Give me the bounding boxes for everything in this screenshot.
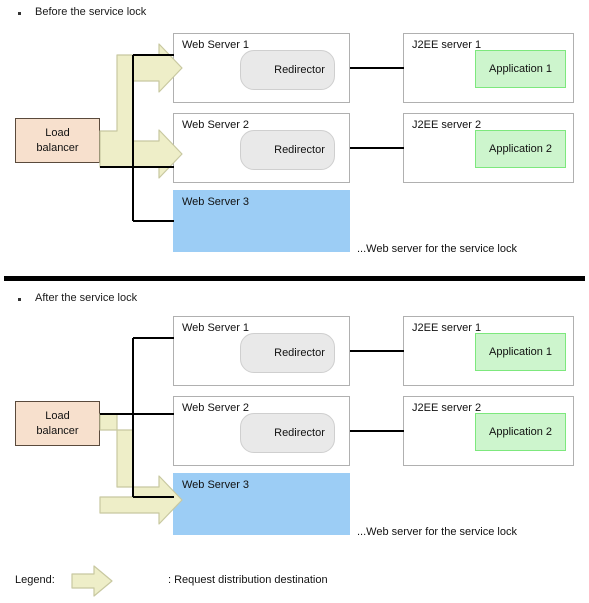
application-1-after-label: Application 1 [489,346,552,358]
redirector-1-before-label: Redirector [274,64,325,76]
before-arrow-forked [99,43,183,179]
j2ee-server-2-before-title: J2EE server 2 [412,119,482,131]
web-server-3-after: Web Server 3 [173,473,350,535]
web-server-2-before-title: Web Server 2 [182,119,250,131]
j2ee-server-2-after-title: J2EE server 2 [412,402,482,414]
section-divider [4,276,585,281]
bullet-after [18,298,21,301]
web-server-1-after-title: Web Server 1 [182,322,250,334]
locked-server-caption-after: ...Web server for the service lock [357,526,517,538]
load-balancer-after: Load balancer [15,401,100,446]
legend-label: Legend: [15,574,55,586]
application-2-after-label: Application 2 [489,426,552,438]
redirector-2-before-label: Redirector [274,144,325,156]
load-balancer-after-text: Load balancer [16,402,99,445]
j2ee-server-1-after-title: J2EE server 1 [412,322,482,334]
after-arrow-to-locked-server [99,413,183,525]
bullet-before [18,12,21,15]
application-1-before: Application 1 [475,50,566,88]
section-heading-before: Before the service lock [35,6,147,18]
application-2-before-label: Application 2 [489,143,552,155]
section-heading-after: After the service lock [35,292,138,304]
j2ee-server-1-before-title: J2EE server 1 [412,39,482,51]
load-balancer-before: Load balancer [15,118,100,163]
application-2-before: Application 2 [475,130,566,168]
legend-arrow-icon [71,565,113,597]
legend-description: : Request distribution destination [168,574,328,586]
web-server-1-before-title: Web Server 1 [182,39,250,51]
application-2-after: Application 2 [475,413,566,451]
load-balancer-before-line2: balancer [36,141,79,154]
web-server-2-after-title: Web Server 2 [182,402,250,414]
web-server-3-before: Web Server 3 [173,190,350,252]
redirector-1-after-label: Redirector [274,347,325,359]
load-balancer-before-line1: Load [45,126,70,139]
web-server-3-before-title: Web Server 3 [182,196,250,208]
redirector-1-before: Redirector [240,50,335,90]
redirector-2-before: Redirector [240,130,335,170]
load-balancer-after-line1: Load [45,409,70,422]
web-server-3-after-title: Web Server 3 [182,479,250,491]
locked-server-caption-before: ...Web server for the service lock [357,243,517,255]
diagram-canvas: Before the service lock Load balancer We… [0,0,589,603]
application-1-before-label: Application 1 [489,63,552,75]
redirector-2-after: Redirector [240,413,335,453]
load-balancer-after-line2: balancer [36,424,79,437]
application-1-after: Application 1 [475,333,566,371]
redirector-2-after-label: Redirector [274,427,325,439]
load-balancer-before-text: Load balancer [16,119,99,162]
redirector-1-after: Redirector [240,333,335,373]
